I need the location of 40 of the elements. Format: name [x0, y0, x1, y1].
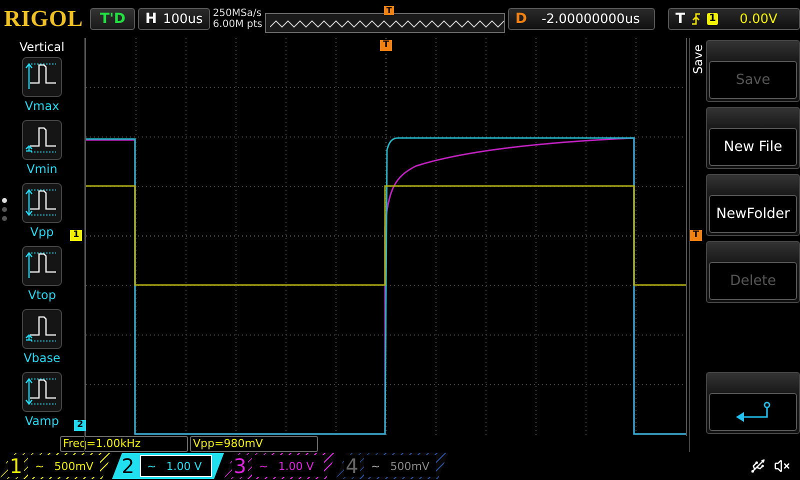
channel-tab[interactable]: 2 ~ 1.00 V: [112, 453, 224, 479]
pulse-measure-icon: [22, 57, 62, 97]
usb-icon: [750, 458, 766, 474]
measurement-readout: Vpp=980mV: [190, 436, 318, 452]
timebase-display[interactable]: H 100us: [138, 8, 210, 30]
menu-title: Vertical: [20, 40, 64, 54]
delay-display[interactable]: D -2.00000000us: [508, 8, 656, 30]
memory-depth: 6.00M pts: [212, 19, 262, 30]
pulse-measure-icon: [22, 120, 62, 160]
trigger-position-marker: T: [380, 40, 392, 51]
measure-menu-item[interactable]: Vmin: [22, 120, 62, 176]
trigger-level-marker: T: [690, 230, 702, 241]
measure-menu-item[interactable]: Vtop: [22, 246, 62, 302]
measure-menu-item[interactable]: Vpp: [22, 183, 62, 239]
return-arrow-icon: [734, 401, 772, 423]
channel-tab[interactable]: 3 ~ 1.00 V: [224, 453, 336, 479]
measurement-readout: Freq=1.00kHz: [60, 436, 188, 452]
menu-softkey[interactable]: New File: [706, 107, 800, 169]
speaker-muted-icon: [774, 458, 790, 474]
trigger-source: 1: [707, 13, 718, 25]
measure-menu-item[interactable]: Vamp: [22, 372, 62, 428]
trigger-display[interactable]: T 1 0.00V: [668, 8, 800, 30]
channel-marker[interactable]: 1: [70, 230, 82, 241]
trigger-marker: T: [384, 6, 394, 15]
pulse-measure-icon: [22, 246, 62, 286]
run-status: T'D: [90, 8, 136, 30]
channel-marker[interactable]: 2: [74, 420, 86, 431]
rising-edge-icon: [691, 12, 702, 26]
measure-menu-item[interactable]: Vbase: [22, 309, 62, 365]
back-softkey[interactable]: [706, 372, 800, 434]
menu-title: Save: [691, 44, 705, 74]
pulse-measure-icon: [22, 183, 62, 223]
channel-tab[interactable]: 4 ~ 500mV: [336, 453, 448, 479]
measure-menu-item[interactable]: Vmax: [22, 57, 62, 113]
brand-logo: RIGOL: [4, 6, 84, 32]
menu-softkey[interactable]: NewFolder: [706, 174, 800, 236]
pulse-measure-icon: [22, 372, 62, 412]
sample-rate: 250MSa/s: [212, 8, 262, 19]
channel-tab[interactable]: 1 ~ 500mV: [0, 453, 112, 479]
pulse-measure-icon: [22, 309, 62, 349]
